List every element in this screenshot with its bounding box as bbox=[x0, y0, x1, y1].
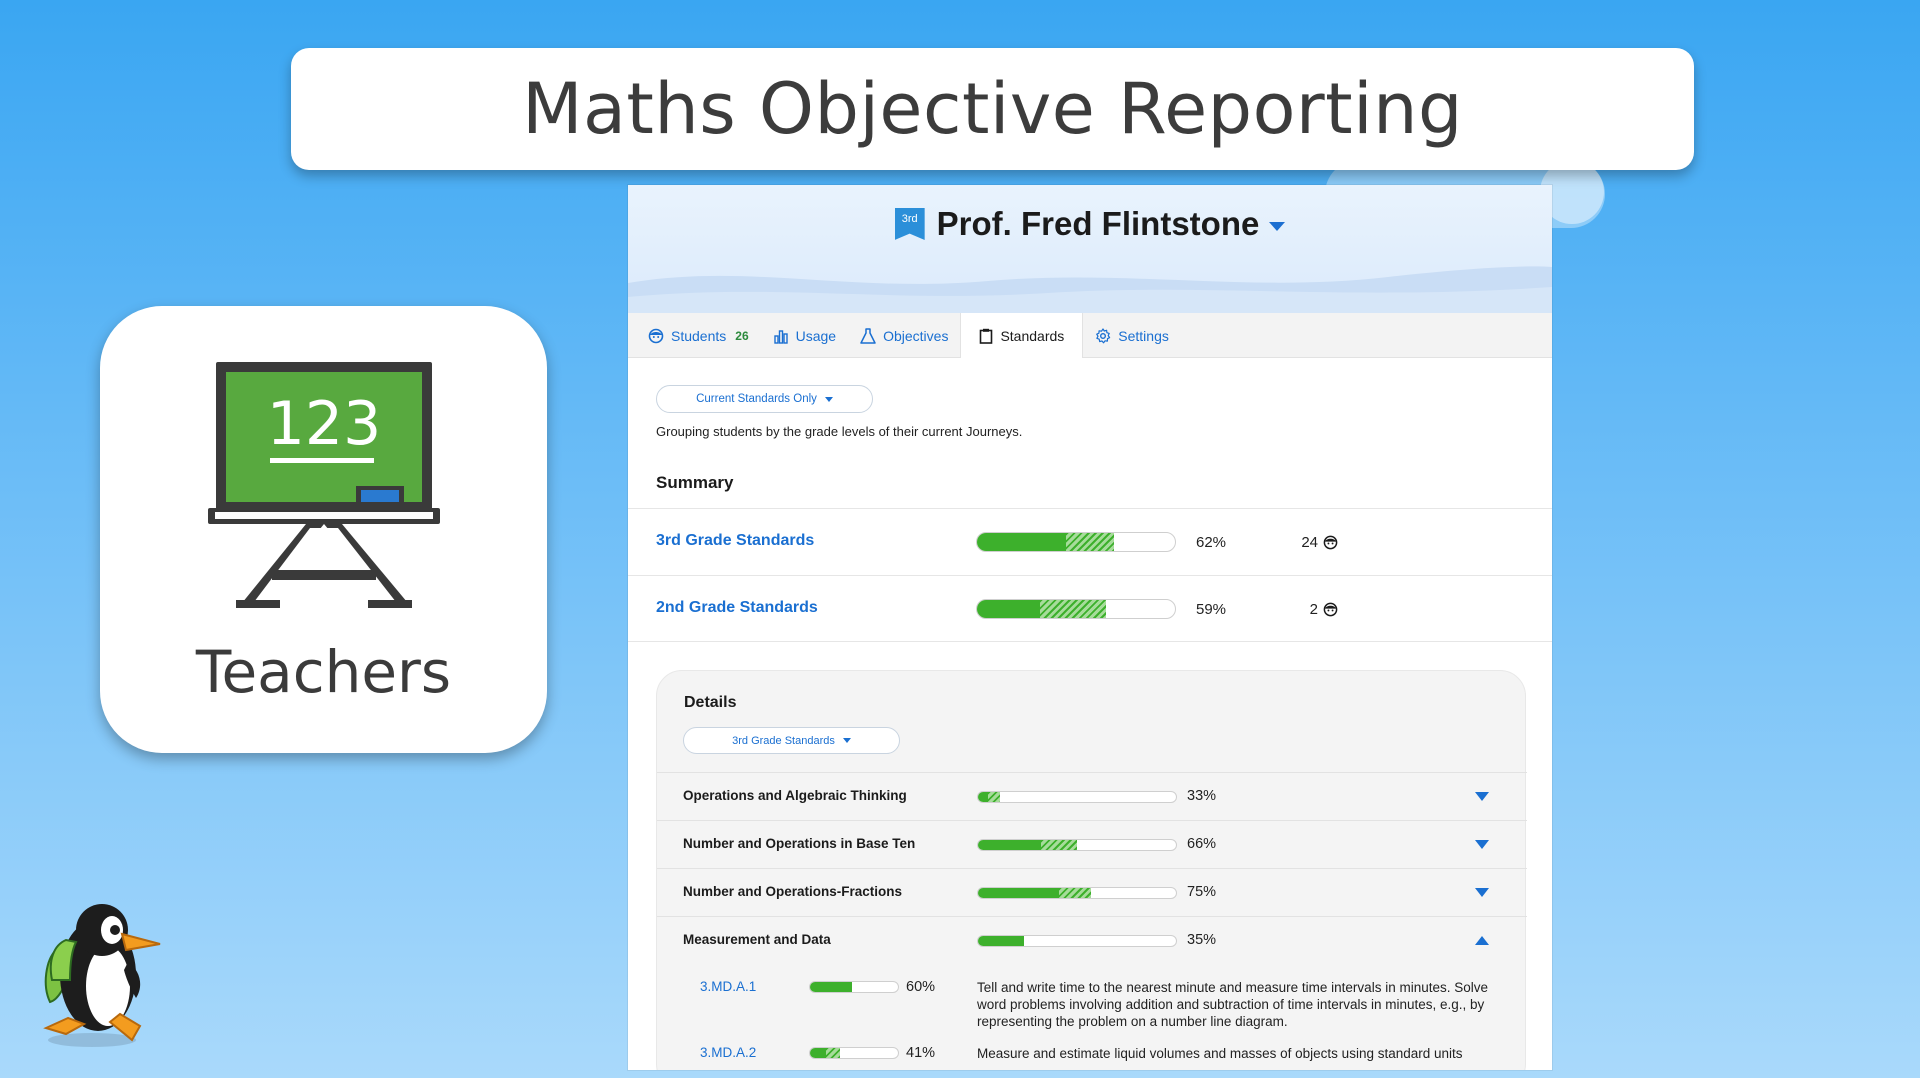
progress-fill bbox=[978, 888, 1060, 898]
grade-filter-value: 3rd Grade Standards bbox=[732, 734, 835, 747]
grouping-description: Grouping students by the grade levels of… bbox=[656, 424, 1023, 439]
tab-settings-label: Settings bbox=[1118, 327, 1169, 344]
progress-bar bbox=[977, 791, 1177, 803]
progress-fill bbox=[977, 600, 1041, 618]
student-count: 2 bbox=[1258, 601, 1338, 618]
gear-icon bbox=[1096, 327, 1111, 343]
chalkboard-icon: 123 bbox=[208, 362, 440, 608]
details-panel: Details 3rd Grade Standards Operations a… bbox=[656, 670, 1527, 1070]
tab-objectives-label: Objectives bbox=[883, 327, 949, 344]
tab-settings[interactable]: Settings bbox=[1083, 313, 1181, 358]
domain-percent: 66% bbox=[1187, 836, 1217, 852]
student-face-icon bbox=[1323, 535, 1338, 550]
standard-percent: 41% bbox=[906, 1045, 936, 1061]
summary-percent: 62% bbox=[1196, 534, 1227, 551]
progress-bar bbox=[809, 1047, 899, 1059]
tab-students[interactable]: Students 26 bbox=[636, 313, 761, 358]
standard-code-link[interactable]: 3.MD.A.2 bbox=[700, 1045, 756, 1060]
teacher-name[interactable]: Prof. Fred Flintstone bbox=[937, 205, 1260, 243]
tab-standards[interactable]: Standards bbox=[960, 313, 1084, 358]
tab-standards-label: Standards bbox=[1000, 327, 1065, 344]
teacher-dashboard-window: 3rd Prof. Fred Flintstone Students 26 Us… bbox=[628, 185, 1552, 1070]
expand-arrow-icon[interactable] bbox=[1475, 792, 1489, 801]
chevron-down-icon bbox=[842, 738, 851, 743]
standard-percent: 60% bbox=[906, 979, 936, 995]
standards-filter-dropdown[interactable]: Current Standards Only bbox=[656, 385, 873, 413]
chevron-down-icon bbox=[824, 396, 833, 402]
standard-description: Measure and estimate liquid volumes and … bbox=[977, 1046, 1463, 1061]
domain-percent: 75% bbox=[1187, 884, 1217, 900]
progress-fill bbox=[978, 792, 988, 802]
tab-bar: Students 26 Usage Objectives Standards S… bbox=[628, 313, 1552, 358]
progress-bar bbox=[977, 839, 1177, 851]
domain-row[interactable]: Number and Operations in Base Ten 66% bbox=[657, 820, 1527, 868]
page-title: Maths Objective Reporting bbox=[522, 68, 1463, 150]
progress-bar bbox=[976, 532, 1176, 552]
progress-bar bbox=[977, 887, 1177, 899]
tab-objectives[interactable]: Objectives bbox=[848, 313, 960, 358]
domain-name: Number and Operations-Fractions bbox=[683, 884, 903, 899]
domain-name: Measurement and Data bbox=[683, 932, 831, 947]
title-banner: Maths Objective Reporting bbox=[291, 48, 1694, 170]
domain-percent: 35% bbox=[1187, 932, 1217, 948]
progress-bar bbox=[976, 599, 1176, 619]
student-face-icon bbox=[648, 328, 664, 343]
standard-code-link[interactable]: 3.MD.A.1 bbox=[700, 979, 756, 994]
summary-percent: 59% bbox=[1196, 601, 1227, 618]
tab-usage-label: Usage bbox=[795, 327, 837, 344]
progress-bar bbox=[809, 981, 899, 993]
grade-badge: 3rd bbox=[894, 208, 925, 240]
header-wave-decoration bbox=[628, 266, 1552, 313]
clipboard-icon bbox=[980, 328, 993, 344]
progress-fill bbox=[978, 936, 1024, 946]
tab-usage[interactable]: Usage bbox=[761, 313, 848, 358]
domain-row[interactable]: Number and Operations-Fractions 75% bbox=[657, 868, 1527, 916]
student-count-value: 24 bbox=[1301, 534, 1318, 551]
domain-name: Number and Operations in Base Ten bbox=[683, 836, 916, 851]
standards-filter-value: Current Standards Only bbox=[696, 393, 817, 405]
progress-hatch bbox=[987, 792, 1000, 802]
expand-arrow-icon[interactable] bbox=[1475, 888, 1489, 897]
progress-hatch bbox=[1040, 600, 1106, 618]
progress-hatch bbox=[1059, 888, 1091, 898]
grade-filter-dropdown[interactable]: 3rd Grade Standards bbox=[683, 727, 900, 754]
bar-chart-icon bbox=[773, 329, 788, 344]
progress-bar bbox=[977, 935, 1177, 947]
progress-fill bbox=[810, 982, 853, 992]
summary-row-link[interactable]: 2nd Grade Standards bbox=[656, 599, 818, 617]
summary-row: 2nd Grade Standards 59% 2 bbox=[628, 575, 1552, 642]
teachers-label: Teachers bbox=[195, 638, 452, 706]
summary-row-link[interactable]: 3rd Grade Standards bbox=[656, 532, 814, 550]
expand-arrow-icon[interactable] bbox=[1475, 840, 1489, 849]
domain-name: Operations and Algebraic Thinking bbox=[683, 788, 907, 803]
progress-hatch bbox=[1066, 533, 1114, 551]
teachers-card: 123 Teachers bbox=[100, 306, 547, 753]
summary-heading: Summary bbox=[656, 473, 734, 492]
student-count-value: 2 bbox=[1309, 601, 1318, 618]
progress-fill bbox=[978, 840, 1042, 850]
domain-row[interactable]: Measurement and Data 35% bbox=[657, 916, 1527, 964]
progress-fill bbox=[977, 533, 1067, 551]
domain-row[interactable]: Operations and Algebraic Thinking 33% bbox=[657, 772, 1527, 820]
board-number: 123 bbox=[267, 389, 382, 459]
penguin-mascot-icon bbox=[43, 904, 161, 1047]
collapse-arrow-icon[interactable] bbox=[1475, 936, 1489, 945]
progress-hatch bbox=[1041, 840, 1077, 850]
tab-students-label: Students bbox=[671, 327, 727, 344]
domain-percent: 33% bbox=[1187, 788, 1217, 804]
details-heading: Details bbox=[684, 694, 737, 711]
app-header: 3rd Prof. Fred Flintstone bbox=[628, 185, 1552, 313]
summary-row: 3rd Grade Standards 62% 24 bbox=[628, 508, 1552, 575]
student-count: 24 bbox=[1258, 534, 1338, 551]
progress-fill bbox=[810, 1048, 826, 1058]
standard-description: Tell and write time to the nearest minut… bbox=[977, 980, 1488, 1029]
students-count: 26 bbox=[735, 328, 749, 343]
chevron-down-icon[interactable] bbox=[1269, 221, 1286, 231]
student-face-icon bbox=[1323, 602, 1338, 617]
progress-hatch bbox=[825, 1048, 840, 1058]
flask-icon bbox=[860, 327, 876, 344]
teacher-selector[interactable]: 3rd Prof. Fred Flintstone bbox=[628, 205, 1552, 243]
